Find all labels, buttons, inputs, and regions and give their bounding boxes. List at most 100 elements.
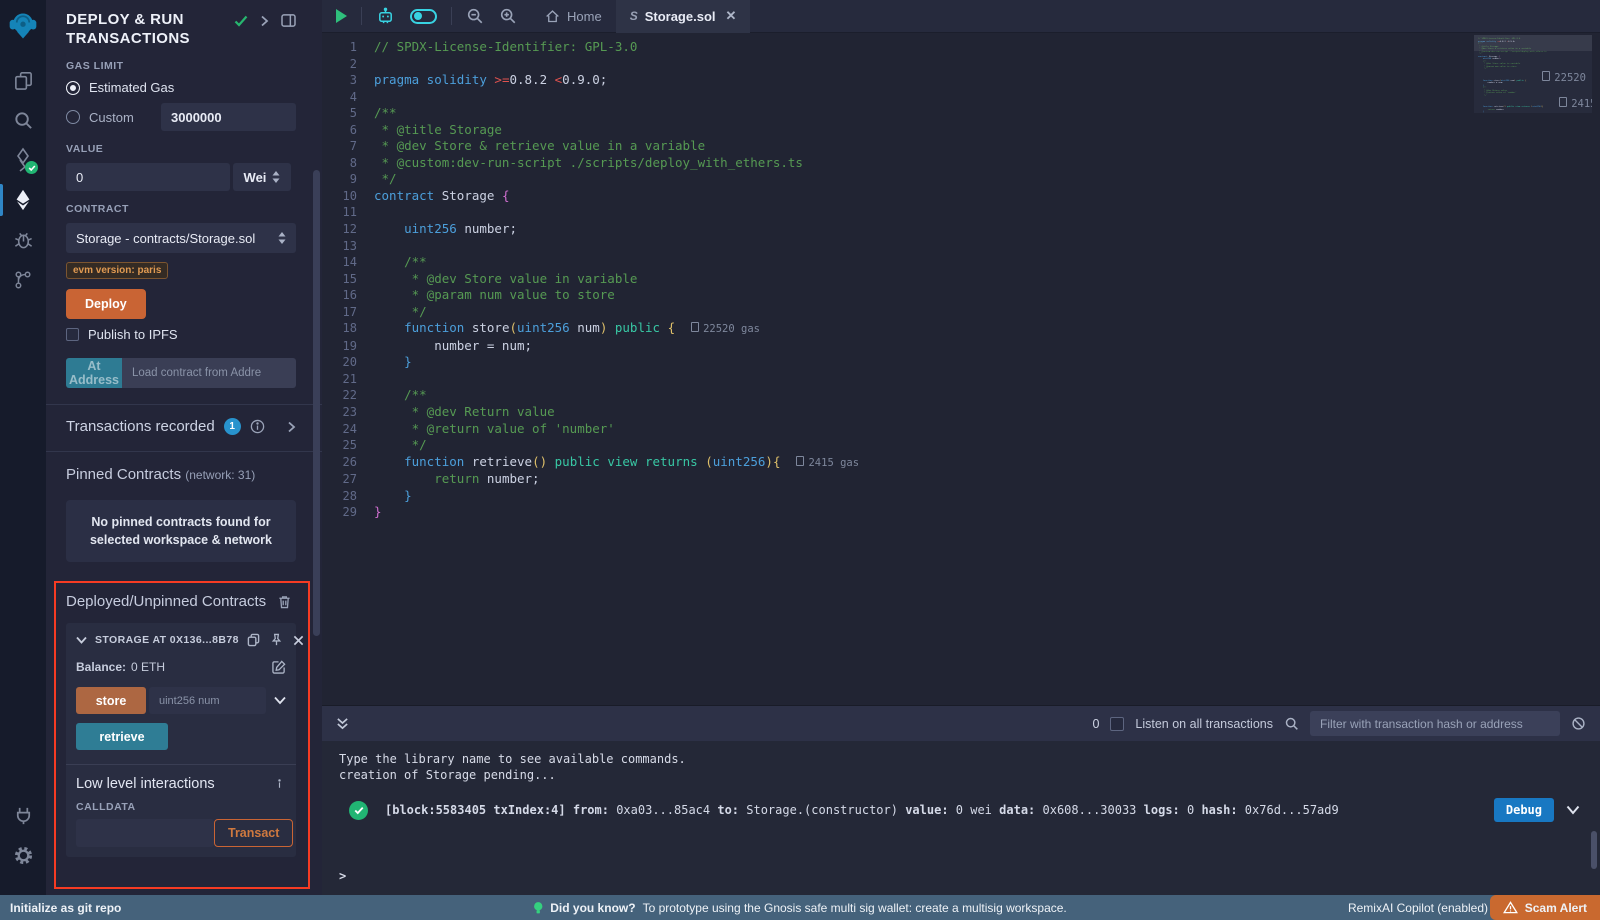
run-script-icon[interactable] (336, 9, 347, 23)
plugin-manager-icon[interactable] (0, 795, 46, 835)
code-line[interactable]: 18 function store(uint256 num) public {2… (322, 320, 1600, 338)
contract-label: CONTRACT (66, 203, 296, 215)
minimap-line: function store(uint256 num) public {2252… (1478, 71, 1588, 83)
code-line[interactable]: 21 (322, 371, 1600, 388)
tx-log-row[interactable]: [block:5583405 txIndex:4] from: 0xa03...… (339, 798, 1600, 822)
line-number: 25 (322, 437, 374, 454)
panel-expand-icon[interactable] (260, 15, 269, 27)
transactions-count-badge: 1 (224, 418, 241, 435)
ai-copilot-robot-icon[interactable] (376, 7, 395, 26)
recorded-expand-icon[interactable] (287, 421, 296, 433)
code-line[interactable]: 6 * @title Storage (322, 122, 1600, 139)
info-icon[interactable] (250, 419, 265, 434)
did-you-know-tip: Did you know? To prototype using the Gno… (533, 901, 1067, 915)
code-line[interactable]: 8 * @custom:dev-run-script ./scripts/dep… (322, 155, 1600, 172)
retrieve-function-button[interactable]: retrieve (76, 723, 168, 750)
store-argument-input[interactable] (149, 687, 266, 714)
code-line[interactable]: 13 (322, 238, 1600, 255)
code-line[interactable]: 16 * @param num value to store (322, 287, 1600, 304)
tab-home[interactable]: Home (531, 0, 616, 33)
terminal-scrollbar[interactable] (1591, 831, 1597, 869)
settings-gear-icon[interactable] (0, 835, 46, 875)
code-line[interactable]: 4 (322, 89, 1600, 106)
code-line[interactable]: 3pragma solidity >=0.8.2 <0.9.0; (322, 72, 1600, 89)
git-icon[interactable] (0, 260, 46, 300)
copilot-status[interactable]: RemixAI Copilot (enabled) (1348, 901, 1488, 915)
code-line[interactable]: 20 } (322, 354, 1600, 371)
code-line[interactable]: 25 */ (322, 437, 1600, 454)
trash-icon[interactable] (278, 595, 291, 609)
code-line[interactable]: 27 return number; (322, 471, 1600, 488)
terminal-collapse-icon[interactable] (336, 717, 349, 730)
calldata-input[interactable] (76, 819, 214, 847)
code-line[interactable]: 2 (322, 56, 1600, 73)
scam-alert-badge[interactable]: Scam Alert (1490, 895, 1600, 920)
deploy-run-icon[interactable] (0, 180, 46, 220)
tx-log-text: [block:5583405 txIndex:4] from: 0xa03...… (385, 803, 1494, 817)
code-line[interactable]: 10contract Storage { (322, 188, 1600, 205)
transactions-recorded-row[interactable]: Transactions recorded 1 (66, 418, 296, 435)
transact-button[interactable]: Transact (214, 819, 293, 847)
terminal-search-icon[interactable] (1284, 716, 1299, 731)
store-function-button[interactable]: store (76, 687, 146, 714)
copy-address-icon[interactable] (247, 633, 260, 647)
value-label: VALUE (66, 143, 296, 155)
code-line[interactable]: 15 * @dev Store value in variable (322, 271, 1600, 288)
value-input[interactable] (66, 163, 230, 191)
code-text: } (374, 488, 412, 505)
code-line[interactable]: 14 /** (322, 254, 1600, 271)
tab-close-icon[interactable]: ✕ (726, 8, 737, 24)
remix-logo[interactable] (0, 6, 46, 46)
code-line[interactable]: 7 * @dev Store & retrieve value in a var… (322, 138, 1600, 155)
value-unit-select[interactable]: Wei (233, 163, 291, 191)
code-line[interactable]: 22 /** (322, 387, 1600, 404)
terminal-body[interactable]: Type the library name to see available c… (322, 741, 1600, 895)
debug-button[interactable]: Debug (1494, 798, 1554, 822)
deploy-button[interactable]: Deploy (66, 289, 146, 319)
code-text: * @param num value to store (374, 287, 615, 304)
at-address-input[interactable] (122, 358, 296, 388)
code-line[interactable]: 26 function retrieve() public view retur… (322, 454, 1600, 472)
file-explorer-icon[interactable] (0, 60, 46, 100)
publish-ipfs-checkbox[interactable] (66, 328, 79, 341)
edit-balance-icon[interactable] (272, 660, 286, 674)
minimap[interactable]: // SPDX-License-Identifier: GPL-3.0pragm… (1474, 35, 1592, 113)
copilot-toggle[interactable] (410, 9, 437, 24)
code-line[interactable]: 19 number = num; (322, 338, 1600, 355)
zoom-out-icon[interactable] (466, 7, 484, 25)
code-line[interactable]: 24 * @return value of 'number' (322, 421, 1600, 438)
code-line[interactable]: 28 } (322, 488, 1600, 505)
custom-gas-radio[interactable] (66, 110, 80, 124)
low-level-info-icon[interactable] (273, 778, 286, 791)
tab-storage-sol[interactable]: S Storage.sol ✕ (616, 0, 751, 33)
clear-console-icon[interactable] (1571, 716, 1586, 731)
tx-expand-icon[interactable] (1566, 805, 1580, 815)
git-init-button[interactable]: Initialize as git repo (0, 901, 121, 915)
custom-gas-input[interactable] (161, 103, 296, 131)
estimated-gas-radio[interactable] (66, 81, 80, 95)
panel-scrollbar[interactable] (313, 170, 320, 636)
code-line[interactable]: 23 * @dev Return value (322, 404, 1600, 421)
contract-select[interactable]: Storage - contracts/Storage.sol (66, 223, 296, 253)
code-line[interactable]: 29} (322, 504, 1600, 521)
code-line[interactable]: 17 */ (322, 304, 1600, 321)
code-editor[interactable]: 1// SPDX-License-Identifier: GPL-3.023pr… (322, 33, 1600, 705)
debugger-icon[interactable] (0, 220, 46, 260)
code-line[interactable]: 9 */ (322, 171, 1600, 188)
expand-args-icon[interactable] (274, 696, 286, 705)
remove-contract-icon[interactable] (293, 635, 304, 646)
terminal-filter-input[interactable] (1310, 711, 1560, 736)
solidity-compiler-icon[interactable] (0, 140, 46, 180)
code-line[interactable]: 5/** (322, 105, 1600, 122)
code-line[interactable]: 12 uint256 number; (322, 221, 1600, 238)
pin-contract-icon[interactable] (270, 633, 283, 647)
code-line[interactable]: 11 (322, 204, 1600, 221)
listen-all-checkbox[interactable] (1110, 717, 1124, 731)
panel-layout-icon[interactable] (281, 14, 296, 27)
at-address-button[interactable]: At Address (66, 358, 122, 388)
contract-collapse-icon[interactable] (76, 636, 87, 644)
terminal-prompt[interactable]: > (339, 869, 346, 883)
search-icon[interactable] (0, 100, 46, 140)
code-line[interactable]: 1// SPDX-License-Identifier: GPL-3.0 (322, 39, 1600, 56)
zoom-in-icon[interactable] (499, 7, 517, 25)
